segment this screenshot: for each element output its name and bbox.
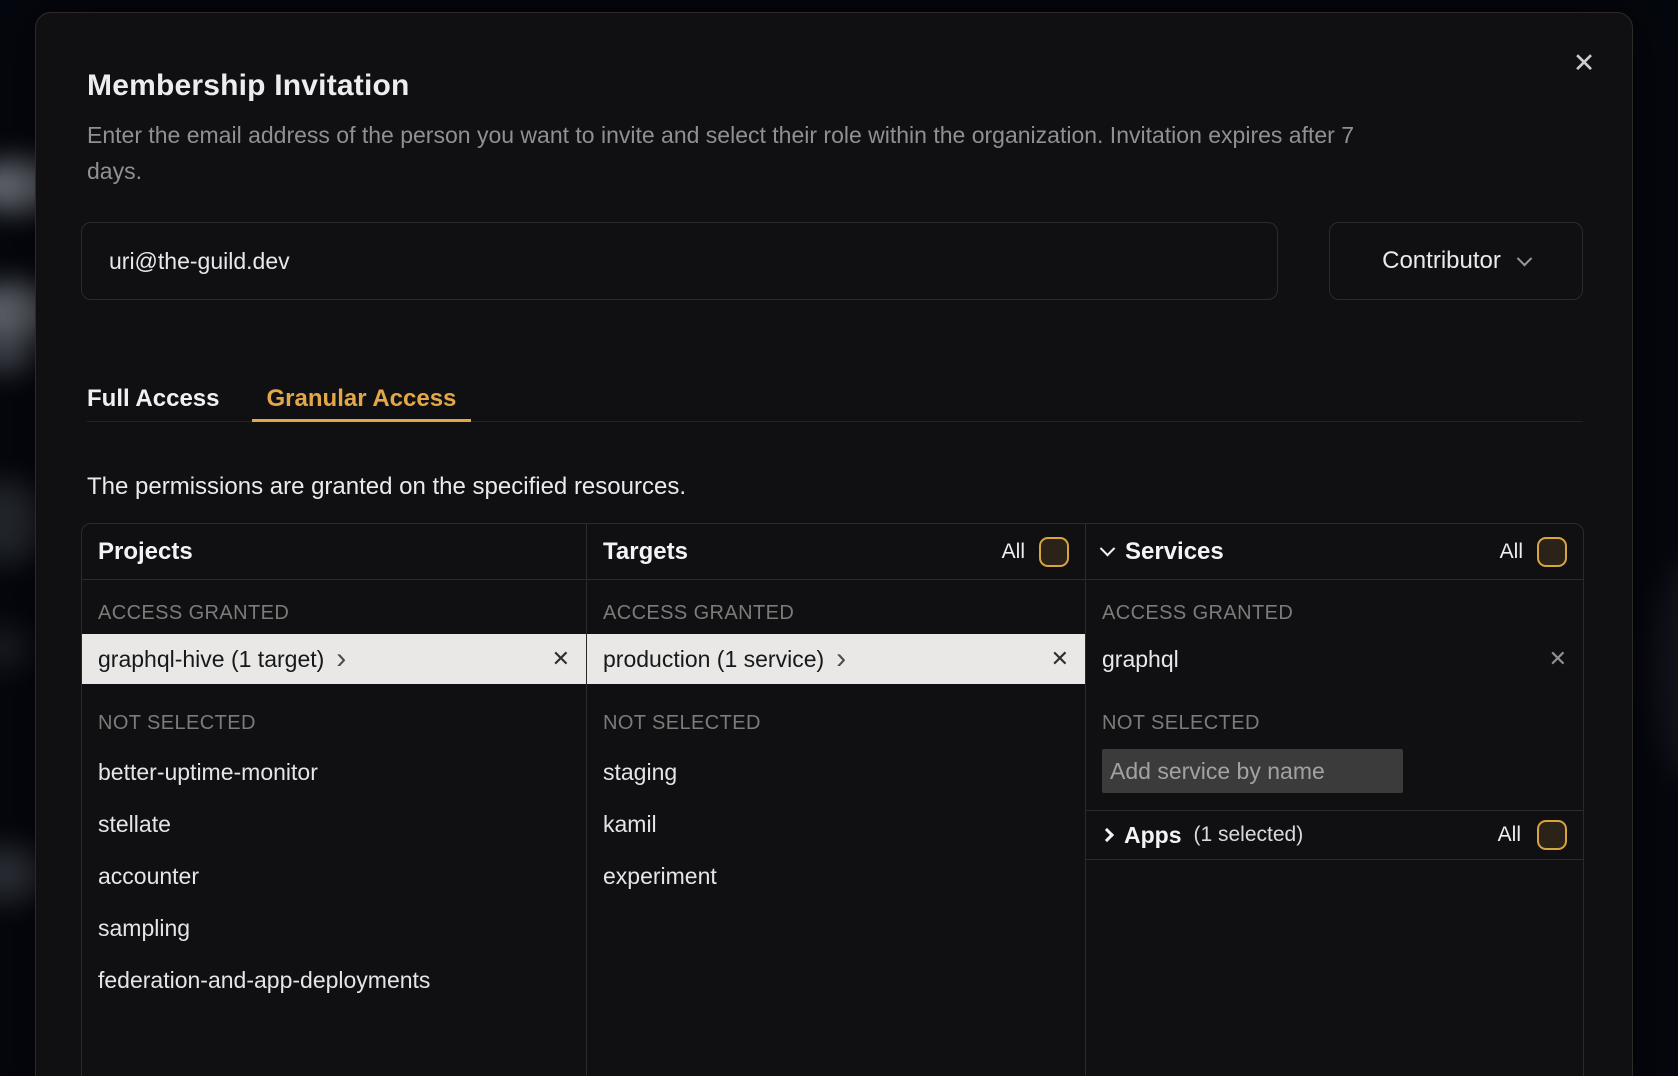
access-granted-label: ACCESS GRANTED xyxy=(587,580,1085,634)
backdrop-blur-shape xyxy=(0,342,38,372)
project-item[interactable]: federation-and-app-deployments xyxy=(82,954,586,1006)
add-service-input[interactable] xyxy=(1102,749,1403,793)
membership-invitation-dialog: ✕ Membership Invitation Enter the email … xyxy=(35,12,1633,1076)
not-selected-label: NOT SELECTED xyxy=(587,684,1085,746)
apps-all-checkbox[interactable] xyxy=(1537,820,1567,850)
backdrop-blur-shape xyxy=(0,626,34,670)
close-button[interactable]: ✕ xyxy=(1564,43,1604,83)
dialog-description: Enter the email address of the person yo… xyxy=(87,117,1354,189)
services-header: Services All xyxy=(1086,524,1583,580)
services-all-checkbox[interactable] xyxy=(1537,537,1567,567)
role-select[interactable]: Contributor xyxy=(1329,222,1583,300)
description-line-2: days. xyxy=(87,153,1354,189)
remove-target-button[interactable]: ✕ xyxy=(1051,646,1069,672)
apps-selected-count: (1 selected) xyxy=(1194,823,1304,847)
project-item[interactable]: accounter xyxy=(82,850,586,902)
project-item[interactable]: better-uptime-monitor xyxy=(82,746,586,798)
page: { "modal": { "title": "Membership Invita… xyxy=(0,0,1678,1076)
not-selected-label: NOT SELECTED xyxy=(1086,684,1583,746)
granted-target-name: production (1 service) xyxy=(603,646,824,673)
target-item[interactable]: kamil xyxy=(587,798,1085,850)
apps-label: Apps xyxy=(1124,822,1182,849)
targets-header-label: Targets xyxy=(603,538,688,566)
tab-full-access[interactable]: Full Access xyxy=(87,379,235,422)
targets-column: Targets All ACCESS GRANTED production (1… xyxy=(586,524,1085,1076)
granted-target-row[interactable]: production (1 service) › ✕ xyxy=(587,634,1085,684)
description-line-1: Enter the email address of the person yo… xyxy=(87,117,1354,153)
not-selected-label: NOT SELECTED xyxy=(82,684,586,746)
granted-service-row[interactable]: graphql ✕ xyxy=(1086,634,1583,684)
targets-header: Targets All xyxy=(587,524,1085,580)
remove-service-button[interactable]: ✕ xyxy=(1549,646,1567,672)
targets-all-checkbox[interactable] xyxy=(1039,537,1069,567)
chevron-down-icon xyxy=(1517,250,1533,266)
remove-project-button[interactable]: ✕ xyxy=(552,646,570,672)
access-granted-label: ACCESS GRANTED xyxy=(1086,580,1583,634)
target-item[interactable]: experiment xyxy=(587,850,1085,902)
targets-all-label: All xyxy=(1002,540,1025,564)
permissions-note: The permissions are granted on the speci… xyxy=(87,473,686,501)
resources-table: Projects ACCESS GRANTED graphql-hive (1 … xyxy=(81,523,1584,1076)
role-selected-value: Contributor xyxy=(1382,247,1501,275)
email-input[interactable] xyxy=(81,222,1278,300)
close-icon: ✕ xyxy=(1573,48,1596,79)
granted-service-name: graphql xyxy=(1102,646,1179,673)
project-item[interactable]: sampling xyxy=(82,902,586,954)
add-service-slot xyxy=(1086,746,1583,798)
projects-header-label: Projects xyxy=(98,538,193,566)
granted-project-name: graphql-hive (1 target) xyxy=(98,646,324,673)
granted-project-row[interactable]: graphql-hive (1 target) › ✕ xyxy=(82,634,586,684)
services-column: Services All ACCESS GRANTED graphql ✕ NO… xyxy=(1085,524,1583,1076)
projects-column: Projects ACCESS GRANTED graphql-hive (1 … xyxy=(82,524,586,1076)
chevron-right-icon: › xyxy=(336,649,346,669)
chevron-right-icon: › xyxy=(836,649,846,669)
access-granted-label: ACCESS GRANTED xyxy=(82,580,586,634)
target-item[interactable]: staging xyxy=(587,746,1085,798)
chevron-down-icon[interactable] xyxy=(1100,541,1116,557)
services-all-label: All xyxy=(1500,540,1523,564)
services-header-label: Services xyxy=(1125,538,1224,566)
apps-all-label: All xyxy=(1498,823,1521,847)
apps-group-row[interactable]: Apps (1 selected) All xyxy=(1086,810,1583,860)
access-tabs: Full Access Granular Access xyxy=(87,379,1583,422)
backdrop-blur-shape xyxy=(1652,560,1678,780)
tab-granular-access[interactable]: Granular Access xyxy=(252,379,472,422)
dialog-title: Membership Invitation xyxy=(87,69,410,103)
project-item[interactable]: stellate xyxy=(82,798,586,850)
projects-header: Projects xyxy=(82,524,586,580)
chevron-right-icon xyxy=(1100,828,1114,842)
